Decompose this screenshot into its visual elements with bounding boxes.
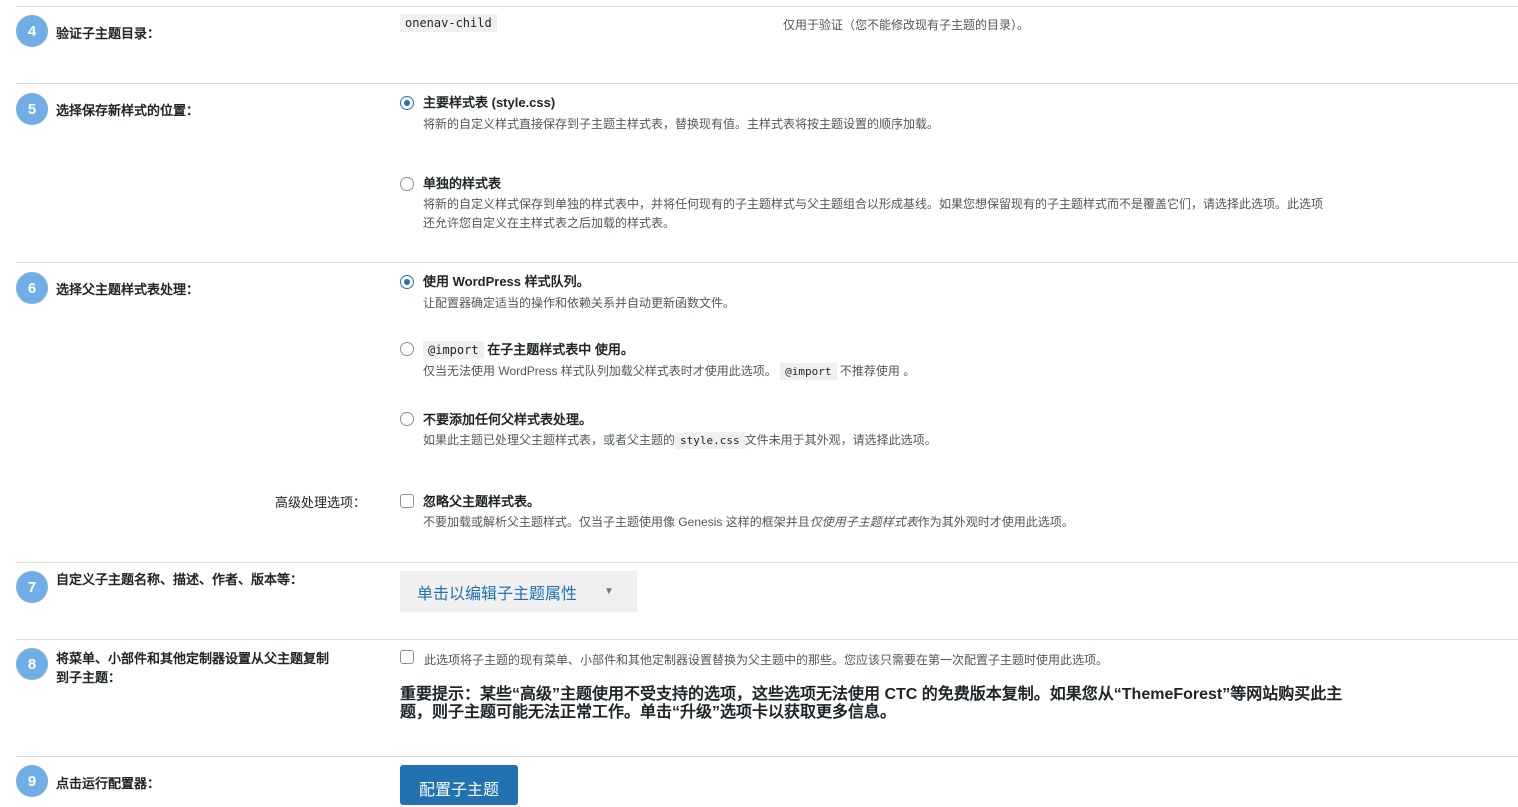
step-label: 选择父主题样式表处理：	[56, 282, 200, 297]
option-description: 让配置器确定适当的操作和依赖关系并自动更新函数文件。	[423, 296, 736, 310]
child-theme-directory: onenav-child	[400, 14, 497, 32]
step-number-badge: 6	[16, 272, 48, 304]
radio-wordpress-enqueue[interactable]	[400, 275, 414, 289]
step-number-badge: 8	[16, 648, 48, 680]
warning-line: 题，则子主题可能无法正常工作。单击“升级”选项卡以获取更多信息。	[400, 704, 897, 721]
divider-top	[16, 6, 1518, 7]
step-number-badge: 7	[16, 571, 48, 603]
advanced-options-label: 高级处理选项：	[275, 495, 367, 510]
toggle-label: 单击以编辑子主题属性	[417, 585, 578, 603]
option-description: 仅当无法使用 WordPress 样式队列加载父样式表时才使用此选项。 @imp…	[423, 362, 915, 381]
description-text: 不要加载或解析父主题样式。仅当子主题使用像 Genesis 这样的框架并且	[423, 515, 810, 529]
step-number-badge: 4	[16, 15, 48, 47]
import-code: @import	[423, 341, 484, 359]
checkbox-copy-settings[interactable]	[400, 650, 414, 664]
divider-4-5	[16, 83, 1518, 84]
import-code: @import	[780, 363, 837, 380]
step-label: 验证子主题目录：	[56, 26, 161, 41]
step-label: 将菜单、小部件和其他定制器设置从父主题复制	[56, 651, 330, 666]
option-description: 不要加载或解析父主题样式。仅当子主题使用像 Genesis 这样的框架并且仅使用…	[423, 513, 1074, 532]
option-description: 还允许您自定义在主样式表之后加载的样式表。	[423, 216, 676, 230]
option-description: 将新的自定义样式直接保存到子主题主样式表，替换现有值。主样式表将按主题设置的顺序…	[423, 117, 940, 131]
description-italic: 仅使用子主题样式表	[809, 515, 918, 529]
option-label: 使用 WordPress 样式队列。	[423, 274, 590, 289]
step-number-badge: 9	[16, 765, 48, 797]
step-label: 选择保存新样式的位置：	[56, 103, 200, 118]
directory-note: 仅用于验证（您不能修改现有子主题的目录）。	[783, 18, 1030, 32]
style-css-code: style.css	[675, 432, 745, 449]
divider-5-6	[16, 262, 1518, 263]
edit-child-theme-attributes-toggle[interactable]: 单击以编辑子主题属性 ▼	[400, 571, 637, 612]
option-label: @import 在子主题样式表中 使用。	[423, 341, 634, 359]
divider-8-9	[16, 756, 1518, 757]
configure-child-theme-button[interactable]: 配置子主题	[400, 765, 518, 805]
warning-line: 重要提示：某些“高级”主题使用不受支持的选项，这些选项无法使用 CTC 的免费版…	[400, 686, 1343, 703]
option-label: 主要样式表 (style.css)	[423, 95, 556, 110]
caret-down-icon: ▼	[604, 586, 614, 597]
divider-6-7	[16, 562, 1518, 563]
step-label: 点击运行配置器：	[56, 776, 161, 791]
description-text: 不推荐使用 。	[839, 364, 916, 378]
description-text: 如果此主题已处理父主题样式表，或者父主题的	[423, 433, 676, 447]
option-description: 如果此主题已处理父主题样式表，或者父主题的 style.css 文件未用于其外观，请…	[423, 431, 937, 450]
radio-import[interactable]	[400, 342, 414, 356]
description-text: 仅当无法使用 WordPress 样式队列加载父样式表时才使用此选项。	[423, 364, 777, 378]
option-description: 将新的自定义样式保存到单独的样式表中，并将任何现有的子主题样式与父主题组合以形成…	[423, 197, 1324, 211]
radio-primary-stylesheet[interactable]	[400, 96, 414, 110]
option-label: 单独的样式表	[423, 176, 502, 191]
option-label-text: 在子主题样式表中 使用。	[487, 342, 634, 357]
divider-7-8	[16, 639, 1518, 640]
copy-settings-description: 此选项将子主题的现有菜单、小部件和其他定制器设置替换为父主题中的那些。您应该只需…	[424, 653, 1109, 667]
step-label: 到子主题：	[56, 670, 122, 685]
radio-separate-stylesheet[interactable]	[400, 177, 414, 191]
description-text: 文件未用于其外观，请选择此选项。	[744, 433, 937, 447]
option-label: 忽略父主题样式表。	[423, 494, 541, 509]
step-number-badge: 5	[16, 93, 48, 125]
important-warning: 重要提示：某些“高级”主题使用不受支持的选项，这些选项无法使用 CTC 的免费版…	[400, 686, 1390, 722]
radio-no-parent-handling[interactable]	[400, 412, 414, 426]
checkbox-ignore-parent-stylesheet[interactable]	[400, 494, 414, 508]
description-text: 作为其外观时才使用此选项。	[917, 515, 1074, 529]
option-label: 不要添加任何父样式表处理。	[423, 412, 593, 427]
step-label: 自定义子主题名称、描述、作者、版本等：	[56, 572, 304, 587]
